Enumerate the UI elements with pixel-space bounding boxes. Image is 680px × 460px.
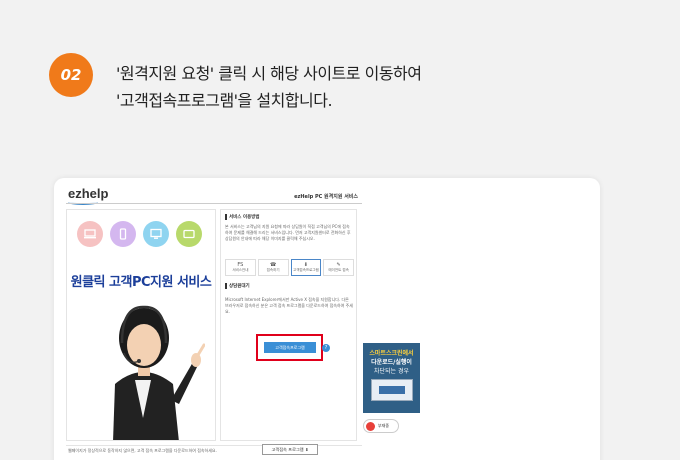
- banner-line-1: 스마트스크린에서: [369, 350, 414, 357]
- service-title: 원클릭 고객PC지원 서비스: [70, 275, 212, 290]
- service-info-panel: 서비스 이용방법 본 서비스는 고객님의 지원 요청에 따라 상담원이 직접 고…: [220, 209, 357, 441]
- chat-bubble-icon: [366, 421, 375, 431]
- laptop-icon: [77, 221, 103, 247]
- customer-program-download-button[interactable]: 고객접속프로그램: [264, 342, 316, 353]
- help-icon[interactable]: ?: [322, 344, 330, 352]
- chat-status-label: 부재중: [378, 423, 390, 428]
- tile-customer-program[interactable]: ⬇ 고객접속프로그램: [290, 259, 322, 276]
- banner-screenshot-thumbnail: [370, 379, 413, 401]
- section-wait-text: Microsoft Internet Explorer에서만 Active X …: [225, 297, 353, 314]
- tile-connect[interactable]: ☎ 접속하기: [257, 259, 289, 276]
- section-usage-heading: 서비스 이용방법: [225, 214, 260, 220]
- monitor-icon: [143, 221, 169, 247]
- mobile-icon: [110, 221, 136, 247]
- service-hero-panel: 원클릭 고객PC지원 서비스: [66, 209, 216, 441]
- banner-line-3: 차단되는 경우: [373, 368, 410, 375]
- tablet-icon: [176, 221, 202, 247]
- tile-service-guide[interactable]: FS 서비스안내: [225, 259, 256, 276]
- section-usage-text: 본 서비스는 고객님의 지원 요청에 따라 상담원이 직접 고객님의 PC에 접…: [225, 224, 351, 241]
- support-agent-illustration: [113, 305, 205, 440]
- section-wait-heading: 상담원대기: [225, 283, 250, 289]
- step-tiles: FS 서비스안내 ☎ 접속하기 ⬇ 고객접속프로그램 ✎ 에이전트 접속: [225, 259, 354, 276]
- site-header-title: ezHelp PC 원격지원 서비스: [294, 194, 358, 200]
- tile-agent-connect[interactable]: ✎ 에이전트 접속: [323, 259, 354, 276]
- step-number-badge: 02: [49, 53, 93, 97]
- chat-status-pill[interactable]: 부재중: [363, 419, 399, 433]
- header-divider: [66, 203, 362, 204]
- browser-screenshot-frame: ezhelp ezHelp PC 원격지원 서비스 원클릭 고객PC지원 서비스: [54, 178, 600, 460]
- instruction-text: '원격지원 요청' 클릭 시 해당 사이트로 이동하여 '고객접속프로그램'을 …: [116, 60, 422, 114]
- banner-line-2: 다운로드/실행이: [371, 359, 412, 366]
- ezhelp-logo: ezhelp: [68, 186, 109, 201]
- footer-download-button[interactable]: 고객접속 프로그램 ⬇: [262, 444, 318, 455]
- smartscreen-help-banner[interactable]: 스마트스크린에서 다운로드/실행이 차단되는 경우: [363, 343, 420, 413]
- footer-notice: 웹페이지가 정상적으로 동작하지 않으면, 고객 접속 프로그램을 다운로드하여…: [68, 448, 217, 453]
- instruction-line-2: '고객접속프로그램'을 설치합니다.: [116, 91, 333, 110]
- instruction-line-1: '원격지원 요청' 클릭 시 해당 사이트로 이동하여: [116, 64, 422, 83]
